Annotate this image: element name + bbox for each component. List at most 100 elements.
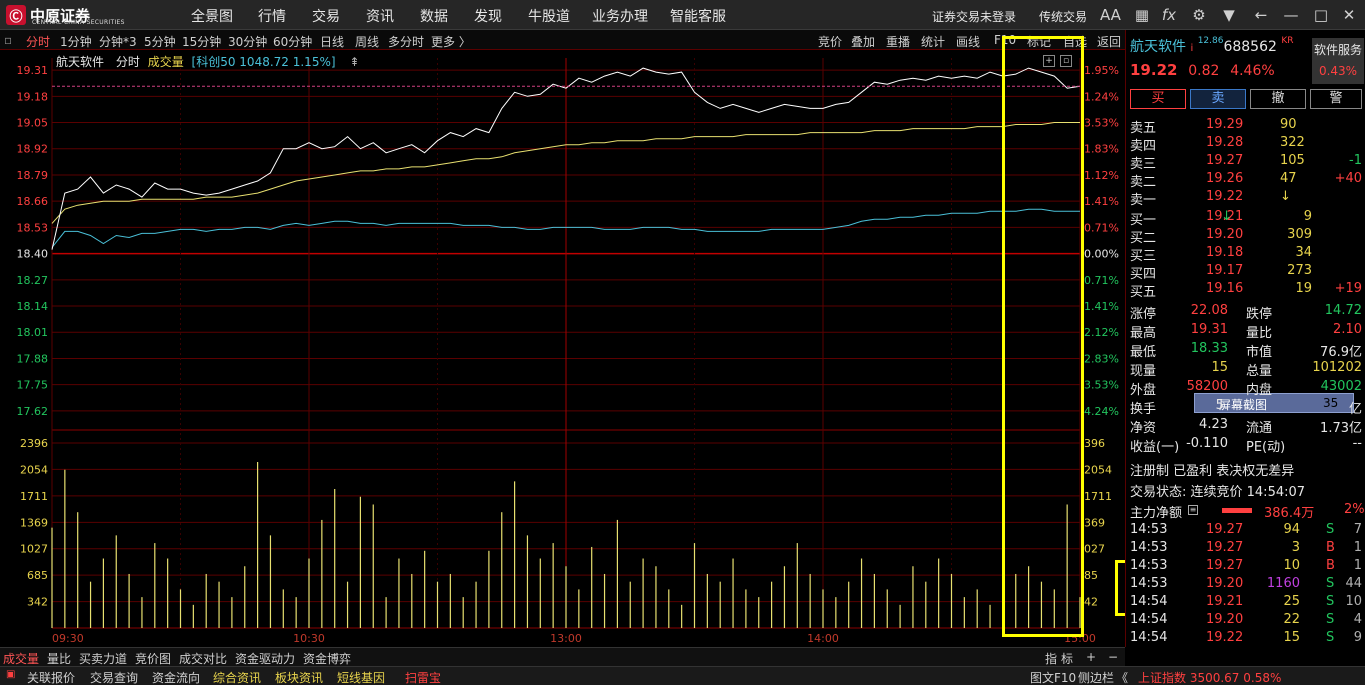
legend-collapse-icon[interactable]: ⇞ [349,55,359,69]
status-short-gene[interactable]: 短线基因 [337,669,385,685]
tick-row[interactable]: 14:54 19.21 25 S 10 [1130,594,1362,612]
status-f10[interactable]: 图文F10 [1030,669,1076,685]
alert-icon[interactable]: ▣ [6,669,15,680]
stat-row[interactable]: 最低 18.33 市值 76.9亿 [1130,341,1362,360]
bid-row[interactable]: 买一 19.21 9 ↓ [1130,209,1362,228]
period-fenshi[interactable]: 分时 [26,33,50,50]
tick-row[interactable]: 14:53 19.20 1160 S 44 [1130,576,1362,594]
bid-row[interactable]: 买二 19.20 309 [1130,227,1362,246]
stat-row[interactable]: 现量 15 总量 101202 [1130,360,1362,379]
period-daily[interactable]: 日线 [320,33,344,50]
bid-row[interactable]: 买五 19.16 19 +19 [1130,281,1362,300]
tick-row[interactable]: 14:54 19.22 15 S 9 [1130,630,1362,648]
formula-icon[interactable]: fx [1160,6,1178,24]
tick-row[interactable]: 14:53 19.27 94 S 7 [1130,522,1362,540]
maximize-icon[interactable]: □ [1312,6,1330,24]
status-collapse-icon[interactable]: 《 [1116,669,1128,685]
tool-fanhui[interactable]: 返回 [1097,33,1121,50]
ask-row[interactable]: 卖三 19.27 105 -1 [1130,153,1362,172]
ask-row[interactable]: 卖五 19.29 90 [1130,117,1362,136]
tab-volume[interactable]: 成交量 [3,650,39,667]
period-weekly[interactable]: 周线 [355,33,379,50]
period-3min[interactable]: 分钟*3 [99,33,137,50]
panel-toggle-icon[interactable]: ▫ [4,33,12,47]
sector-box[interactable]: 软件服务 0.43% [1312,38,1364,84]
status-fund-flow[interactable]: 资金流向 [152,669,200,685]
skin-icon[interactable]: ▼ [1220,6,1238,24]
calculator-icon[interactable]: ▦ [1133,6,1151,24]
close-icon[interactable]: ✕ [1340,6,1358,24]
login-status[interactable]: 证券交易未登录 [932,8,1016,25]
period-30min[interactable]: 30分钟 [228,33,267,50]
tab-fund-game[interactable]: 资金博弈 [303,650,351,667]
stat-row[interactable]: 换手 5. 亿 [1130,398,1362,417]
intraday-chart[interactable]: 19.31 1.95% 19.18 1.24% 19.05 3.53% 18.92 1.83%… [0,50,1125,647]
menu-quanjingtu[interactable]: 全景图 [191,6,233,26]
status-sidebar[interactable]: 侧边栏 [1078,669,1114,685]
menu-zhinengkefu[interactable]: 智能客服 [670,6,726,26]
volume-tick-label-right: 1711 [1084,490,1112,503]
add-indicator-button[interactable]: + [1086,650,1096,664]
ask-row[interactable]: 卖一 19.22 ↓ [1130,189,1362,208]
period-60min[interactable]: 60分钟 [273,33,312,50]
traditional-trade-button[interactable]: 传统交易 [1039,8,1087,25]
main-force-pct: 2% [1344,502,1365,517]
info-badge[interactable]: i [1190,43,1193,54]
tick-row[interactable]: 14:53 19.27 3 B 1 [1130,540,1362,558]
tab-indicator[interactable]: 指 [1045,650,1057,667]
bid-row[interactable]: 买三 19.18 34 [1130,245,1362,264]
period-15min[interactable]: 15分钟 [182,33,221,50]
menu-zixun[interactable]: 资讯 [366,6,394,26]
menu-icon[interactable]: ≡ [1188,505,1198,515]
menu-yewubanli[interactable]: 业务办理 [592,6,648,26]
stat-row[interactable]: 外盘 58200 内盘 43002 [1130,379,1362,398]
status-minesweeper[interactable]: 扫雷宝 [405,669,441,685]
period-more[interactable]: 更多 〉 [431,33,471,50]
price-line-row: 19.22 0.82 4.46% [1130,61,1275,79]
status-news[interactable]: 综合资讯 [213,669,261,685]
stat-label: 收益(一) [1130,440,1180,455]
tool-huaxian[interactable]: 画线 [956,33,980,50]
period-5min[interactable]: 5分钟 [144,33,176,50]
status-trade-query[interactable]: 交易查询 [90,669,138,685]
stat-row[interactable]: 最高 19.31 量比 2.10 [1130,322,1362,341]
stat-row[interactable]: 收益(一) -0.110 PE(动) -- [1130,436,1362,455]
tick-row[interactable]: 14:53 19.27 10 B 1 [1130,558,1362,576]
tab-fund-driver[interactable]: 资金驱动力 [235,650,295,667]
sell-button[interactable]: 卖 [1190,89,1246,109]
status-related-quote[interactable]: 关联报价 [27,669,75,685]
stat-row[interactable]: 涨停 22.08 跌停 14.72 [1130,303,1362,322]
intraday-chart-svg[interactable]: 19.31 1.95% 19.18 1.24% 19.05 3.53% 18.92 1.83%… [0,50,1125,647]
tab-auction-chart[interactable]: 竞价图 [135,650,171,667]
tool-tongji[interactable]: 统计 [921,33,945,50]
ask-row[interactable]: 卖二 19.26 47 +40 [1130,171,1362,190]
tab-indicator-2[interactable]: 标 [1061,650,1073,667]
remove-indicator-button[interactable]: − [1108,650,1118,664]
menu-shuju[interactable]: 数据 [420,6,448,26]
tool-diejia[interactable]: 叠加 [851,33,875,50]
cancel-button[interactable]: 撤 [1250,89,1306,109]
status-sector-news[interactable]: 板块资讯 [275,669,323,685]
gear-icon[interactable]: ⚙ [1190,6,1208,24]
bid-row[interactable]: 买四 19.17 273 [1130,263,1362,282]
buy-button[interactable]: 买 [1130,89,1186,109]
menu-niugudao[interactable]: 牛股道 [528,6,570,26]
tool-chongbo[interactable]: 重播 [886,33,910,50]
menu-faxian[interactable]: 发现 [474,6,502,26]
ask-row[interactable]: 卖四 19.28 322 [1130,135,1362,154]
tool-jingjia[interactable]: 竞价 [818,33,842,50]
font-size-icon[interactable]: AA [1100,6,1121,24]
tab-volume-ratio[interactable]: 量比 [47,650,71,667]
tick-row[interactable]: 14:54 19.20 22 S 4 [1130,612,1362,630]
menu-jiaoyi[interactable]: 交易 [312,6,340,26]
stat-value-2: 101202 [1312,360,1362,375]
back-arrow-icon[interactable]: ← [1252,6,1270,24]
tab-buy-sell-power[interactable]: 买卖力道 [79,650,127,667]
alert-button[interactable]: 警 [1310,89,1362,109]
menu-hangqing[interactable]: 行情 [258,6,286,26]
minimize-icon[interactable]: — [1282,6,1300,24]
stat-row[interactable]: 净资 4.23 流通 1.73亿 [1130,417,1362,436]
period-multi[interactable]: 多分时 [388,33,424,50]
tab-trade-compare[interactable]: 成交对比 [179,650,227,667]
period-1min[interactable]: 1分钟 [60,33,92,50]
